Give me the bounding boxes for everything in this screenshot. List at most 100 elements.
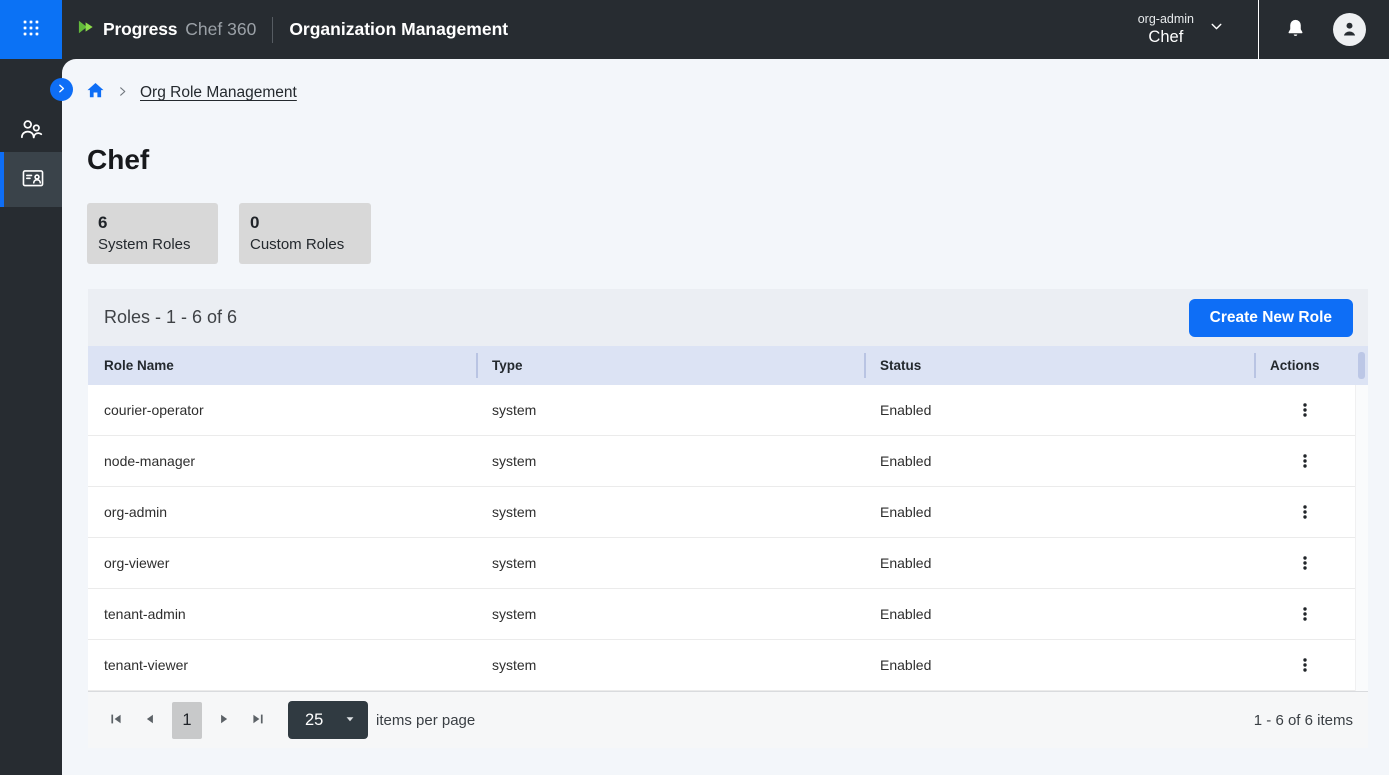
role-name-cell: org-viewer [88,555,476,571]
system-roles-label: System Roles [98,234,207,255]
table-row: org-viewer system Enabled [88,538,1355,589]
breadcrumb: Org Role Management [86,81,297,105]
roles-table: Role Name Type Status Actions courier-op… [88,346,1368,691]
first-page-button[interactable] [104,708,128,732]
create-new-role-button[interactable]: Create New Role [1189,299,1353,337]
topbar-divider [272,17,273,43]
items-per-page-select[interactable]: 25 [288,701,368,739]
roles-panel-header: Roles - 1 - 6 of 6 Create New Role [88,289,1368,346]
select-caret-icon [344,713,356,728]
table-scrollbar[interactable] [1355,346,1368,691]
items-range-label: 1 - 6 of 6 items [1254,712,1353,729]
row-actions-kebab-button[interactable] [1287,447,1323,475]
system-roles-card: 6 System Roles [87,203,218,264]
role-type-cell: system [476,555,864,571]
last-page-icon [251,712,265,729]
row-actions-kebab-button[interactable] [1287,498,1323,526]
apps-grid-icon [20,17,42,42]
role-status-cell: Enabled [864,555,1254,571]
sidebar-nav [0,59,62,775]
role-type-cell: system [476,606,864,622]
brand-chef360-text: Chef 360 [185,19,256,40]
stat-cards: 6 System Roles 0 Custom Roles [87,203,371,264]
sidebar-item-org-role-management[interactable] [0,152,62,207]
topbar-right-divider [1258,0,1259,59]
last-page-button[interactable] [246,708,270,732]
users-icon [18,116,44,145]
role-type-cell: system [476,657,864,673]
app-shell: Org Role Management Chef 6 System Roles … [0,59,1389,775]
column-header-role-name: Role Name [88,346,476,385]
user-avatar-button[interactable] [1333,13,1366,46]
breadcrumb-home-link[interactable] [86,81,105,105]
table-row: org-admin system Enabled [88,487,1355,538]
role-name-cell: org-admin [88,504,476,520]
column-header-status: Status [864,346,1254,385]
page-number-button[interactable]: 1 [172,702,202,739]
brand-logo: Progress Chef 360 [76,17,256,42]
table-scrollbar-thumb[interactable] [1358,352,1365,379]
notifications-button[interactable] [1284,17,1307,43]
page-title: Chef [87,144,149,176]
role-type-cell: system [476,402,864,418]
system-roles-count: 6 [98,212,207,234]
table-scrollbar-track [1355,385,1368,691]
table-row: node-manager system Enabled [88,436,1355,487]
bell-icon [1284,17,1307,43]
row-actions-kebab-button[interactable] [1287,600,1323,628]
brand-progress-text: Progress [103,19,177,40]
sidebar-expand-toggle[interactable] [50,78,73,101]
apps-grid-button[interactable] [0,0,62,59]
top-app-bar: Progress Chef 360 Organization Managemen… [0,0,1389,59]
role-status-cell: Enabled [864,504,1254,520]
role-name-cell: tenant-admin [88,606,476,622]
custom-roles-count: 0 [250,212,360,234]
column-header-type: Type [476,346,864,385]
progress-logo-icon [76,17,96,42]
row-actions-kebab-button[interactable] [1287,651,1323,679]
org-switcher[interactable]: org-admin Chef [1138,11,1225,48]
user-avatar-icon [1339,18,1360,42]
role-name-cell: tenant-viewer [88,657,476,673]
next-page-icon [217,712,231,729]
row-actions-kebab-button[interactable] [1287,396,1323,424]
home-icon [86,81,105,105]
table-row: courier-operator system Enabled [88,385,1355,436]
role-status-cell: Enabled [864,402,1254,418]
role-name-cell: node-manager [88,453,476,469]
column-header-actions: Actions [1254,346,1355,385]
topbar-right-section: org-admin Chef [1138,0,1389,59]
breadcrumb-current-link[interactable]: Org Role Management [140,84,297,102]
role-name-cell: courier-operator [88,402,476,418]
table-row: tenant-viewer system Enabled [88,640,1355,691]
org-name-label: Chef [1138,28,1194,48]
breadcrumb-separator-icon [117,84,128,102]
custom-roles-card: 0 Custom Roles [239,203,371,264]
org-role-label: org-admin [1138,11,1194,28]
row-actions-kebab-button[interactable] [1287,549,1323,577]
table-scrollbar-top [1355,346,1368,385]
pagination-bar: 1 25 items per page [88,691,1368,748]
role-type-cell: system [476,504,864,520]
roles-table-main: Role Name Type Status Actions courier-op… [88,346,1355,691]
custom-roles-label: Custom Roles [250,234,360,255]
role-status-cell: Enabled [864,453,1254,469]
sidebar-item-user-management[interactable] [0,103,62,157]
next-page-button[interactable] [212,708,236,732]
roles-badge-icon [20,165,46,194]
chevron-down-icon [1208,18,1225,40]
roles-panel: Roles - 1 - 6 of 6 Create New Role Role … [88,289,1368,748]
previous-page-button[interactable] [138,708,162,732]
role-status-cell: Enabled [864,606,1254,622]
roles-panel-title: Roles - 1 - 6 of 6 [104,307,237,328]
app-title: Organization Management [289,19,508,40]
first-page-icon [109,712,123,729]
items-per-page-label: items per page [376,712,475,729]
previous-page-icon [143,712,157,729]
role-type-cell: system [476,453,864,469]
table-header-row: Role Name Type Status Actions [88,346,1355,385]
items-per-page-value: 25 [305,711,323,730]
main-content: Org Role Management Chef 6 System Roles … [62,59,1389,775]
role-status-cell: Enabled [864,657,1254,673]
org-switcher-text: org-admin Chef [1138,11,1194,48]
